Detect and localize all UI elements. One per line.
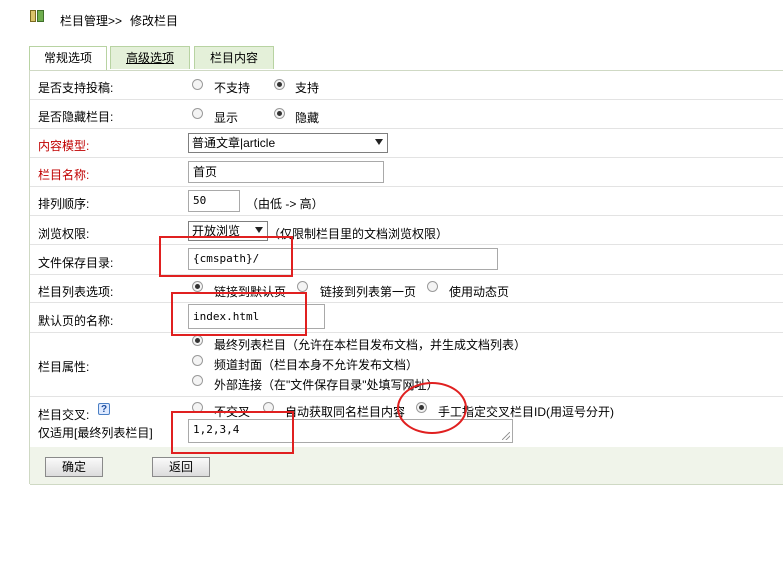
list-dynamic-radio[interactable] [427,281,438,292]
hide-radio[interactable] [274,108,285,119]
browse-label: 浏览权限: [38,227,90,241]
row-hidden: 是否隐藏栏目: 显示 隐藏 [30,100,783,129]
row-allow-submit: 是否支持投稿: 不支持 支持 [30,71,783,100]
annotation-box-default-page [171,292,307,336]
attribute-label: 栏目属性: [38,360,90,374]
name-input[interactable]: 首页 [188,161,384,183]
content-model-select[interactable]: 普通文章|article [188,133,388,153]
tab-content[interactable]: 栏目内容 [194,46,274,69]
allow-submit-label: 是否支持投稿: [38,81,114,95]
chevron-down-icon [255,227,263,233]
list-option-label: 栏目列表选项: [38,285,114,299]
order-hint: （由低 -> 高） [246,197,324,211]
hidden-label: 是否隐藏栏目: [38,110,114,124]
annotation-box-cross-ids [171,411,294,454]
name-label: 栏目名称: [38,168,90,182]
confirm-button[interactable]: 确定 [45,457,103,477]
allow-submit-no-label: 不支持 [214,81,251,95]
cross-sub-label: 仅适用[最终列表栏目] [38,426,153,440]
row-name: 栏目名称: 首页 [30,158,783,187]
row-order: 排列顺序: 50 （由低 -> 高） [30,187,783,216]
allow-submit-yes-radio[interactable] [274,79,285,90]
allow-submit-yes-label: 支持 [295,81,320,95]
list-first-label: 链接到列表第一页 [320,285,417,299]
order-label: 排列顺序: [38,197,90,211]
help-icon[interactable]: ? [98,403,110,415]
annotation-circle-manual-cross [397,382,467,434]
list-dynamic-label: 使用动态页 [449,285,510,299]
hide-label: 隐藏 [295,111,320,125]
row-default-page: 默认页的名称: index.html [30,303,783,333]
content-model-label: 内容模型: [38,139,90,153]
book-icon [30,10,44,22]
tab-advanced[interactable]: 高级选项 [110,46,190,69]
attr-channel-label: 频道封面（栏目本身不允许发布文档） [214,358,419,372]
order-input[interactable]: 50 [188,190,240,212]
content-model-value: 普通文章|article [192,136,276,150]
default-page-label: 默认页的名称: [38,314,114,328]
show-label: 显示 [214,111,239,125]
allow-submit-no-radio[interactable] [192,79,203,90]
back-button[interactable]: 返回 [152,457,210,477]
breadcrumb-current: 修改栏目 [130,14,179,28]
show-radio[interactable] [192,108,203,119]
form-footer: 确定 返回 [30,447,783,485]
attr-channel-radio[interactable] [192,355,203,366]
tab-general[interactable]: 常规选项 [29,46,107,71]
save-dir-label: 文件保存目录: [38,256,114,270]
browse-hint: （仅限制栏目里的文档浏览权限） [268,227,449,241]
list-default-radio[interactable] [192,281,203,292]
annotation-box-save-dir [159,236,293,277]
attr-external-radio[interactable] [192,375,203,386]
attr-final-label: 最终列表栏目（允许在本栏目发布文档，并生成文档列表） [214,338,527,352]
breadcrumb-section[interactable]: 栏目管理>> [60,12,122,29]
row-attribute: 栏目属性: 最终列表栏目（允许在本栏目发布文档，并生成文档列表） 频道封面（栏目… [30,333,783,397]
row-list-option: 栏目列表选项: 链接到默认页 链接到列表第一页 使用动态页 [30,275,783,303]
resize-grip-icon[interactable] [502,432,510,440]
row-save-dir: 文件保存目录: {cmspath}/ [30,245,783,275]
row-content-model: 内容模型: 普通文章|article [30,129,783,158]
list-first-radio[interactable] [297,281,308,292]
chevron-down-icon [375,139,383,145]
cross-auto-label: 自动获取同名栏目内容 [285,405,406,419]
cross-label: 栏目交叉: [38,408,90,422]
attr-final-radio[interactable] [192,335,203,346]
breadcrumb: 栏目管理>> 修改栏目 [0,0,783,38]
row-browse: 浏览权限: 开放浏览 （仅限制栏目里的文档浏览权限） [30,216,783,245]
